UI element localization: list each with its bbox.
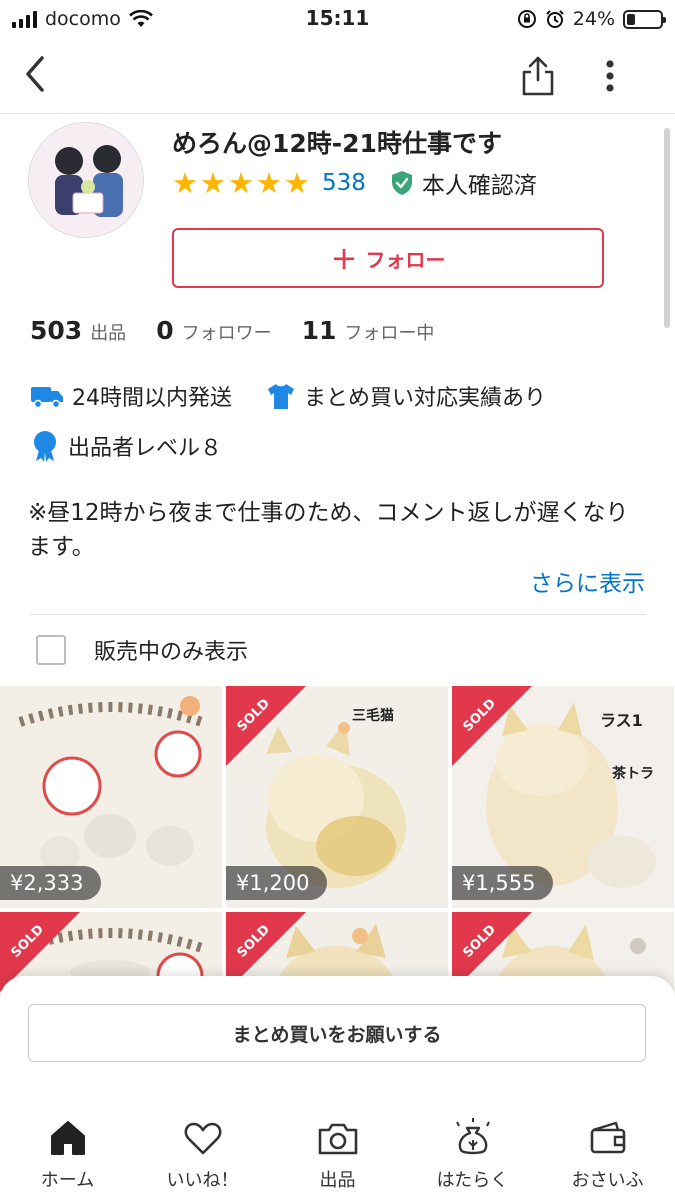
divider xyxy=(30,614,646,615)
product-tile[interactable]: 三毛猫 SOLD ¥1,200 xyxy=(226,686,448,908)
plus-icon: + xyxy=(330,239,358,277)
bottom-sheet: まとめ買いをお願いする ホーム いいね！ 出品 はたらく おさいふ xyxy=(0,976,675,1200)
star-rating: ★ ★ ★ ★ ★ xyxy=(172,165,310,200)
stats-row: 503 出品 0 フォロワー 11 フォロー中 xyxy=(30,316,434,345)
following-label: フォロー中 xyxy=(344,323,435,344)
tab-home[interactable]: ホーム xyxy=(0,1116,135,1200)
alarm-icon xyxy=(546,10,564,28)
price-tag: ¥1,555 xyxy=(452,866,554,900)
battery-level xyxy=(627,13,635,25)
tab-likes[interactable]: いいね！ xyxy=(135,1116,270,1200)
tab-work[interactable]: はたらく xyxy=(405,1116,540,1200)
tab-sell[interactable]: 出品 xyxy=(270,1116,405,1200)
star-icon: ★ xyxy=(284,165,310,200)
product-tile[interactable]: ラス1 茶トラ SOLD ¥1,555 xyxy=(452,686,674,908)
follow-button[interactable]: + フォロー xyxy=(172,228,604,288)
price-tag: ¥1,200 xyxy=(226,866,328,900)
tab-label: はたらく xyxy=(436,1170,509,1191)
status-bar: docomo 15:11 24% xyxy=(0,0,675,40)
followers-label: フォロワー xyxy=(181,323,272,344)
on-sale-filter-label: 販売中のみ表示 xyxy=(94,640,249,665)
back-arrow-icon[interactable] xyxy=(18,52,58,96)
nav-bar xyxy=(0,42,675,114)
product-tile[interactable]: ¥2,333 xyxy=(0,686,222,908)
tab-label: おさいふ xyxy=(571,1170,644,1191)
star-icon: ★ xyxy=(200,165,226,200)
avatar xyxy=(28,122,144,238)
bulk-purchase-feature: まとめ買い対応実績あり xyxy=(304,386,547,411)
feature-row-bottom: 出品者レベル８ xyxy=(30,430,222,462)
tab-label: 出品 xyxy=(319,1170,356,1191)
price-tag: ¥2,333 xyxy=(0,866,102,900)
show-more-link[interactable]: さらに表示 xyxy=(530,564,645,598)
tab-wallet[interactable]: おさいふ xyxy=(540,1116,675,1200)
more-options-icon[interactable] xyxy=(596,56,624,96)
tab-bar: ホーム いいね！ 出品 はたらく おさいふ xyxy=(0,1116,675,1200)
verified-label: 本人確認済 xyxy=(421,173,537,199)
scrollbar[interactable] xyxy=(664,128,670,328)
bio-text: ※昼12時から夜まで仕事のため、コメント返しが遅くなります。 xyxy=(28,500,629,560)
heart-icon xyxy=(184,1122,221,1155)
camera-icon xyxy=(318,1123,357,1155)
share-icon[interactable] xyxy=(518,54,558,98)
tab-label: いいね！ xyxy=(166,1170,239,1191)
status-right: 24% xyxy=(517,8,666,30)
star-icon: ★ xyxy=(228,165,254,200)
wallet-icon xyxy=(590,1121,625,1154)
svg-text:ラス1: ラス1 xyxy=(600,711,643,730)
star-icon: ★ xyxy=(256,165,282,200)
money-bag-icon xyxy=(455,1118,490,1155)
medal-icon xyxy=(34,431,56,462)
followers-count[interactable]: 0 xyxy=(156,316,173,345)
svg-text:三毛猫: 三毛猫 xyxy=(352,707,394,724)
shipping-feature: 24時間以内発送 xyxy=(72,386,232,411)
battery-percent: 24% xyxy=(572,8,615,30)
verified-shield-icon xyxy=(391,171,412,195)
svg-text:茶トラ: 茶トラ xyxy=(611,765,654,782)
feature-row-top: 24時間以内発送 まとめ買い対応実績あり xyxy=(30,380,546,412)
following-count[interactable]: 11 xyxy=(302,316,337,345)
rotation-lock-icon xyxy=(517,10,536,28)
star-icon: ★ xyxy=(172,165,198,200)
home-icon xyxy=(50,1121,85,1155)
rating-row[interactable]: ★ ★ ★ ★ ★ 538 本人確認済 xyxy=(172,166,537,200)
seller-name: めろん@12時-21時仕事です xyxy=(172,129,502,158)
listings-label: 出品 xyxy=(90,323,127,344)
tab-label: ホーム xyxy=(40,1170,95,1191)
listings-count[interactable]: 503 xyxy=(30,316,82,345)
tshirt-icon xyxy=(268,384,294,409)
follow-label: フォロー xyxy=(365,247,446,272)
seller-level: 出品者レベル８ xyxy=(68,436,223,461)
rating-count-link[interactable]: 538 xyxy=(322,170,366,196)
battery-icon xyxy=(623,9,666,29)
bulk-purchase-request-button[interactable]: まとめ買いをお願いする xyxy=(28,1004,646,1062)
on-sale-checkbox[interactable] xyxy=(36,635,66,665)
truck-icon xyxy=(31,387,63,409)
on-sale-filter[interactable]: 販売中のみ表示 xyxy=(36,634,248,666)
